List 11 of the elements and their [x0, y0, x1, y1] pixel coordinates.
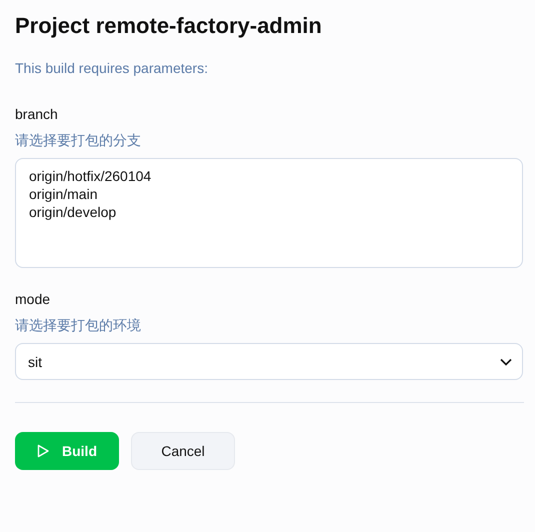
intro-text: This build requires parameters: [15, 60, 209, 76]
parameter-name: branch [15, 105, 59, 123]
parameter-description: 请选择要打包的环境 [15, 316, 142, 334]
parameter-description: 请选择要打包的分支 [15, 131, 142, 149]
parameter-name: mode [15, 290, 52, 308]
select-field[interactable]: sit [15, 343, 523, 380]
chevron-down-icon [500, 358, 512, 366]
text-area[interactable]: origin/hotfix/260104 origin/main origin/develop [15, 158, 523, 268]
cancel-button[interactable]: Cancel [131, 432, 235, 470]
page-title: Project remote-factory-admin [15, 12, 323, 40]
play-icon [37, 444, 49, 458]
